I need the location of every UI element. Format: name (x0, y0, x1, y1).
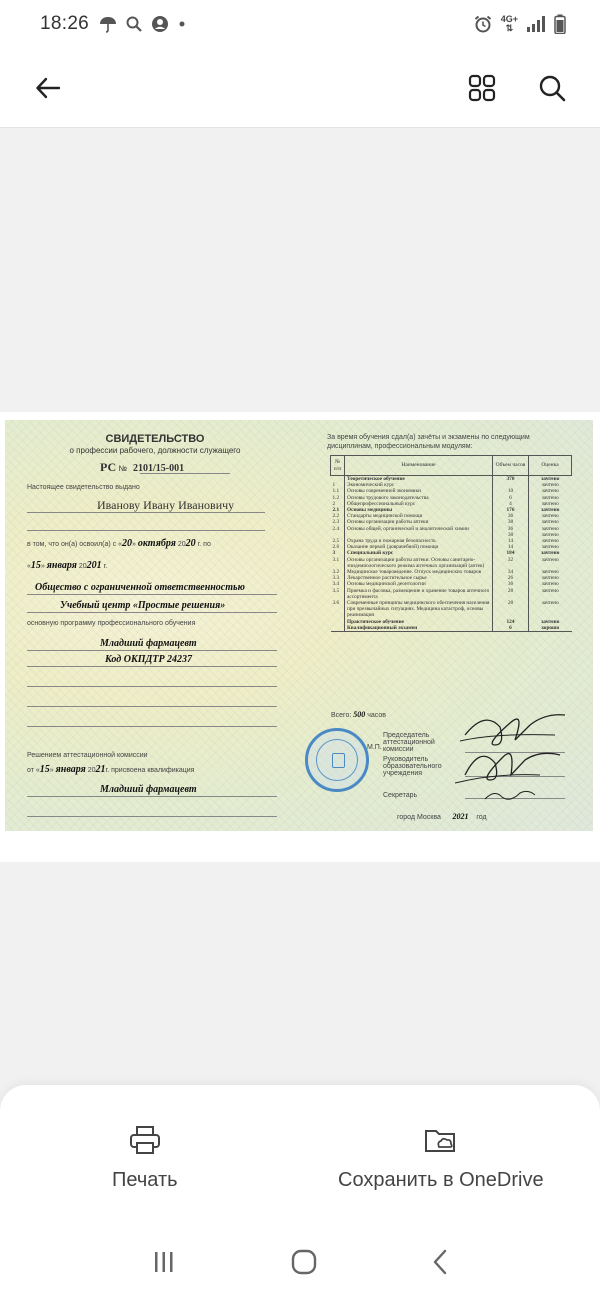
table-cell-n: 3.6 (330, 600, 345, 619)
back-button[interactable] (24, 64, 72, 112)
subjects-table: № п/п Наименование Объем часов Оценка Те… (330, 455, 572, 633)
organization-seal (305, 728, 369, 792)
arrow-left-icon (36, 77, 61, 98)
table-cell-g: зачтено (541, 587, 559, 594)
signal-icon (527, 16, 545, 32)
battery-icon (554, 14, 566, 34)
table-row: 3.6 Современные принципы медицинского обе… (330, 600, 572, 619)
table-cell-g: зачтено (541, 600, 559, 607)
secretary-label: Секретарь (383, 792, 418, 799)
table-cell-name: Квалификационный экзамен (344, 624, 493, 633)
qualification: Младший фармацевт (100, 784, 197, 795)
okpdtr-code: Код ОКПДТР 24237 (105, 654, 193, 665)
table-intro: За время обучения сдал(а) зачёты и экзам… (327, 434, 530, 450)
system-nav-bar (0, 1230, 600, 1299)
status-time: 18:26 (40, 13, 90, 34)
certificate-title: СВИДЕТЕЛЬСТВО (105, 433, 205, 445)
table-cell-g: хорошо (528, 624, 572, 633)
table-cell-n: 3.5 (330, 587, 345, 601)
recents-icon (155, 1252, 173, 1272)
table-row: Квалификационный экзамен 6 хорошо (330, 624, 572, 633)
table-cell-name: Основы организации работы аптеки. Основы… (344, 556, 493, 570)
home-icon (291, 1249, 317, 1275)
search-button[interactable] (528, 64, 576, 112)
col-name: Наименование (344, 455, 493, 476)
home-button[interactable] (291, 1249, 317, 1280)
period-from: в том, что он(а) освоил(а) с «20» октябр… (27, 538, 211, 549)
organization-line2: Учебный центр «Простые решения» (60, 600, 226, 611)
subjects-body: Теоретическое обучение 370 зачтено 1 Экономи… (330, 475, 572, 633)
certificate-subtitle: о профессии рабочего, должности служащег… (69, 446, 241, 455)
program-name: Младший фармацевт (100, 638, 197, 649)
certificate-left: СВИДЕТЕЛЬСТВО о профессии рабочего, долж… (5, 420, 305, 831)
commission-date: от «15» января 2021г. присвоена квалифик… (27, 764, 195, 775)
document-viewer[interactable]: СВИДЕТЕЛЬСТВО о профессии рабочего, долж… (0, 412, 600, 862)
signature-secretary (484, 790, 536, 800)
table-cell-n (330, 475, 345, 483)
table-row: 3.1 Основы организации работы аптеки. Осн… (330, 556, 572, 570)
pages-grid-button[interactable] (458, 64, 506, 112)
print-label: Печать (112, 1169, 178, 1191)
table-cell-h: 28 (492, 600, 529, 619)
back-nav-button[interactable] (432, 1249, 448, 1280)
commission-label: Решением аттестационной комиссии (27, 752, 148, 759)
program-label: основную программу профессионального обу… (27, 620, 196, 627)
network-type: 4G+ ⇅ (500, 14, 518, 33)
col-grade: Оценка (528, 455, 572, 476)
issued-label: Настоящее свидетельство выдано (27, 484, 140, 491)
certificate-page: СВИДЕТЕЛЬСТВО о профессии рабочего, долж… (5, 420, 593, 831)
dot-icon (179, 21, 185, 27)
table-cell-h: 28 (492, 587, 529, 601)
table-cell-name: Приемка и фасовка, размещение и хранение… (344, 587, 493, 601)
col-hours: Объем часов (492, 455, 529, 476)
umbrella-icon (100, 17, 117, 33)
organization-line1: Общество с ограниченной ответственностью (35, 582, 245, 593)
search-icon (539, 75, 566, 101)
certificate-right: За время обучения сдал(а) зачёты и экзам… (305, 420, 593, 831)
printer-icon (129, 1126, 160, 1154)
account-icon (152, 16, 169, 32)
print-button[interactable]: Печать (112, 1125, 178, 1192)
search-status-icon (126, 16, 142, 32)
app-bar (0, 48, 600, 128)
status-bar: 18:26 4G+ ⇅ (0, 0, 600, 48)
table-cell-g: зачтено (541, 556, 559, 563)
table-cell-h: 370 (492, 475, 529, 483)
period-to: «15» января 20201 г. (27, 560, 108, 571)
table-cell-h: 6 (492, 624, 529, 633)
table-cell-n: 3.1 (330, 556, 345, 570)
alarm-icon (474, 15, 491, 33)
folder-cloud-icon (424, 1130, 455, 1152)
issue-place-year: город Москва 2021 год (397, 812, 487, 821)
save-onedrive-label: Сохранить в OneDrive (338, 1169, 544, 1191)
save-onedrive-button[interactable]: Сохранить в OneDrive (338, 1125, 544, 1192)
mp-label: М.П. (367, 744, 382, 751)
table-cell-h: 32 (492, 556, 529, 570)
grid-icon (468, 74, 496, 101)
chevron-left-icon (433, 1249, 446, 1275)
table-cell-n (330, 624, 345, 633)
holder-name: Иванову Ивану Ивановичу (97, 498, 235, 512)
table-row: 3.5 Приемка и фасовка, размещение и хране… (330, 587, 572, 601)
table-cell-name: Современные принципы медицинского обеспе… (344, 600, 493, 619)
recents-button[interactable] (152, 1251, 176, 1278)
table-cell-g: зачтено (541, 476, 560, 482)
total-line: Всего: 500 часов (331, 710, 386, 719)
col-no: № п/п (330, 455, 345, 476)
